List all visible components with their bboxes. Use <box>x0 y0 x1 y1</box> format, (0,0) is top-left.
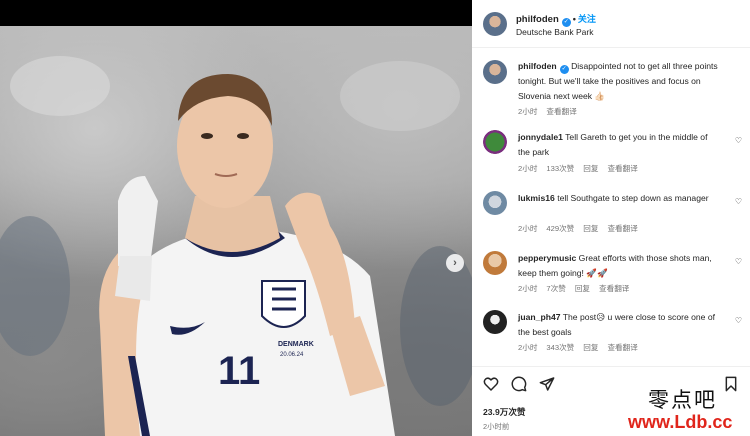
caption-username[interactable]: philfoden <box>518 61 557 71</box>
location[interactable]: Deutsche Bank Park <box>516 27 593 37</box>
comment-username[interactable]: jonnydale1 <box>518 132 563 142</box>
media-top-strip <box>0 0 472 26</box>
comment-username[interactable]: lukmis16 <box>518 193 555 203</box>
reply-link[interactable]: 回复 <box>583 343 598 352</box>
comment-username[interactable]: juan_ph47 <box>518 312 561 322</box>
share-icon[interactable] <box>539 376 555 392</box>
comment-text: pepperymusic Great efforts with those sh… <box>518 251 718 280</box>
timestamp[interactable]: 2小时 <box>518 164 537 173</box>
translate-link[interactable]: 查看翻译 <box>599 284 629 293</box>
comment-text: juan_ph47 The post😥 u were close to scor… <box>518 310 718 339</box>
post-header: philfoden ✓ • 关注 Deutsche Bank Park <box>472 0 750 48</box>
timestamp[interactable]: 2小时 <box>518 107 537 116</box>
comment-meta: 2小时 343次赞 回复 查看翻译 <box>518 342 647 353</box>
comment-icon[interactable] <box>511 376 527 392</box>
avatar[interactable] <box>483 12 507 36</box>
like-count[interactable]: 343次赞 <box>546 343 574 352</box>
post-panel: philfoden ✓ • 关注 Deutsche Bank Park philfod… <box>472 0 750 436</box>
post-media: 11 DENMARK 20.06.24 › <box>0 0 472 436</box>
follow-button[interactable]: 关注 <box>578 14 596 24</box>
like-count[interactable]: 7次赞 <box>546 284 565 293</box>
heart-icon[interactable] <box>483 376 499 392</box>
like-count[interactable]: 429次赞 <box>546 224 574 233</box>
comment-heart-icon[interactable]: ♡ <box>735 257 742 266</box>
reply-link[interactable]: 回复 <box>575 284 590 293</box>
avatar[interactable] <box>483 60 507 84</box>
avatar[interactable] <box>483 310 507 334</box>
comment-username[interactable]: pepperymusic <box>518 253 576 263</box>
watermark-cn: 零点吧 <box>648 388 717 412</box>
avatar[interactable] <box>483 191 507 215</box>
comment-meta: 2小时 429次赞 回复 查看翻译 <box>518 223 647 234</box>
shirt-text: DENMARK <box>278 341 314 348</box>
shirt-number: 11 <box>218 349 260 393</box>
timestamp[interactable]: 2小时 <box>518 224 537 233</box>
comment-heart-icon[interactable]: ♡ <box>735 316 742 325</box>
reply-link[interactable]: 回复 <box>583 224 598 233</box>
timestamp[interactable]: 2小时 <box>518 343 537 352</box>
comment-meta: 2小时 7次赞 回复 查看翻译 <box>518 283 638 294</box>
comment-text: jonnydale1 Tell Gareth to get you in the… <box>518 130 718 159</box>
next-arrow-icon[interactable]: › <box>446 254 464 272</box>
comment-meta: 2小时 133次赞 回复 查看翻译 <box>518 163 647 174</box>
verified-badge-icon: ✓ <box>559 65 569 74</box>
header-username-row: philfoden ✓ • 关注 <box>516 12 596 27</box>
like-count-total[interactable]: 23.9万次赞 <box>483 406 526 418</box>
avatar[interactable] <box>483 130 507 154</box>
translate-link[interactable]: 查看翻译 <box>607 164 637 173</box>
translate-link[interactable]: 查看翻译 <box>546 107 576 116</box>
comment-heart-icon[interactable]: ♡ <box>735 136 742 145</box>
reply-link[interactable]: 回复 <box>583 164 598 173</box>
avatar[interactable] <box>483 251 507 275</box>
player-illustration: 11 DENMARK 20.06.24 <box>0 56 472 436</box>
translate-link[interactable]: 查看翻译 <box>607 343 637 352</box>
comment-heart-icon[interactable]: ♡ <box>735 197 742 206</box>
caption-text: philfoden ✓ Disappointed not to get all t… <box>518 59 728 103</box>
username[interactable]: philfoden <box>516 14 559 25</box>
verified-badge-icon: ✓ <box>561 18 571 27</box>
caption-meta: 2小时 查看翻译 <box>518 106 586 117</box>
watermark: 零点吧 www.Ldb.cc <box>628 384 750 436</box>
comment-text: lukmis16 tell Southgate to step down as … <box>518 191 718 206</box>
translate-link[interactable]: 查看翻译 <box>607 224 637 233</box>
post-time[interactable]: 2小时前 <box>483 421 509 432</box>
like-count[interactable]: 133次赞 <box>546 164 574 173</box>
shirt-date: 20.06.24 <box>280 352 304 358</box>
timestamp[interactable]: 2小时 <box>518 284 537 293</box>
watermark-url: www.Ldb.cc <box>628 412 733 432</box>
post-photo[interactable]: 11 DENMARK 20.06.24 › <box>0 26 472 436</box>
comment-body: tell Southgate to step down as manager <box>557 193 709 203</box>
separator-dot: • <box>572 14 576 24</box>
